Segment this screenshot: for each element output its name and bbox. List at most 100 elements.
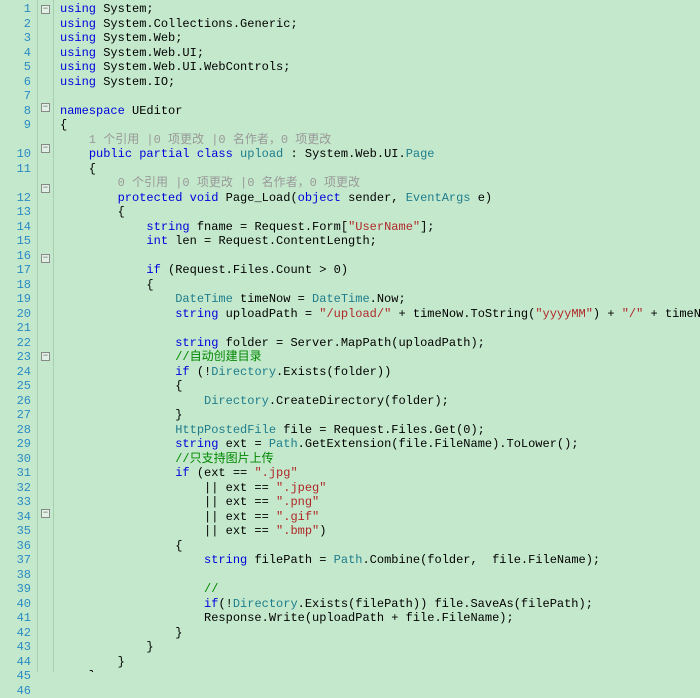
token-id: } [60, 408, 182, 422]
code-line[interactable]: || ext == ".png" [60, 495, 700, 510]
fold-spacer [38, 43, 53, 58]
line-number: 36 [0, 539, 31, 554]
code-line[interactable]: // [60, 582, 700, 597]
code-line[interactable] [60, 89, 700, 104]
token-id: .Combine(folder, file.FileName); [362, 553, 600, 567]
code-line[interactable]: string uploadPath = "/upload/" + timeNow… [60, 307, 700, 322]
code-line[interactable]: string filePath = Path.Combine(folder, f… [60, 553, 700, 568]
token-id [60, 336, 175, 350]
code-line[interactable] [60, 321, 700, 336]
token-kw: public partial class [89, 147, 233, 161]
code-line[interactable]: if(!Directory.Exists(filePath)) file.Sav… [60, 597, 700, 612]
code-line[interactable] [60, 249, 700, 264]
code-line[interactable]: Directory.CreateDirectory(folder); [60, 394, 700, 409]
fold-spacer [38, 518, 53, 533]
code-line[interactable]: || ext == ".gif" [60, 510, 700, 525]
code-line[interactable]: namespace UEditor [60, 104, 700, 119]
token-id [60, 437, 175, 451]
code-line[interactable]: Response.Write(uploadPath + file.FileNam… [60, 611, 700, 626]
token-id: { [60, 278, 154, 292]
code-line[interactable]: int len = Request.ContentLength; [60, 234, 700, 249]
token-id: System.Web.UI.WebControls; [96, 60, 290, 74]
line-number: 14 [0, 220, 31, 235]
fold-spacer [38, 634, 53, 649]
token-id: } [60, 640, 154, 654]
code-line[interactable]: //自动创建目录 [60, 350, 700, 365]
token-id: (! [218, 597, 232, 611]
token-id: .Exists(filePath)) file.SaveAs(filePath)… [298, 597, 593, 611]
code-line[interactable]: DateTime timeNow = DateTime.Now; [60, 292, 700, 307]
fold-spacer [38, 648, 53, 663]
code-line[interactable]: || ext == ".bmp") [60, 524, 700, 539]
fold-spacer [38, 619, 53, 634]
line-number: 21 [0, 321, 31, 336]
code-line[interactable]: } [60, 408, 700, 423]
fold-toggle-icon[interactable]: − [41, 352, 50, 361]
token-kw: using [60, 2, 96, 16]
line-number: 23 [0, 350, 31, 365]
line-number: 46 [0, 684, 31, 698]
token-id: || ext == [60, 481, 276, 495]
fold-gutter[interactable]: − − − − − − − [38, 0, 54, 672]
token-id: sender, [341, 191, 406, 205]
line-number: 4 [0, 46, 31, 61]
code-line[interactable]: } [60, 655, 700, 670]
fold-toggle-icon[interactable]: − [41, 103, 50, 112]
token-kw: using [60, 75, 96, 89]
code-line[interactable]: if (ext == ".jpg" [60, 466, 700, 481]
code-editor[interactable]: using System;using System.Collections.Ge… [54, 0, 700, 672]
fold-spacer [38, 561, 53, 576]
token-id: uploadPath = [218, 307, 319, 321]
code-line[interactable]: || ext == ".jpeg" [60, 481, 700, 496]
code-line[interactable]: string folder = Server.MapPath(uploadPat… [60, 336, 700, 351]
line-number: 34 [0, 510, 31, 525]
code-line[interactable]: using System.Web.UI.WebControls; [60, 60, 700, 75]
code-line[interactable]: { [60, 379, 700, 394]
code-line[interactable]: { [60, 278, 700, 293]
code-line[interactable]: } [60, 626, 700, 641]
code-line[interactable]: HttpPostedFile file = Request.Files.Get(… [60, 423, 700, 438]
line-number: 27 [0, 408, 31, 423]
code-line[interactable]: public partial class upload : System.Web… [60, 147, 700, 162]
code-line[interactable] [60, 568, 700, 583]
code-line[interactable]: 1 个引用 |0 项更改 |0 名作者，0 项更改 [60, 133, 700, 148]
token-kw: string [204, 553, 247, 567]
fold-toggle-icon[interactable]: − [41, 254, 50, 263]
fold-spacer [38, 335, 53, 350]
fold-spacer [38, 208, 53, 223]
code-line[interactable]: using System.Web.UI; [60, 46, 700, 61]
token-id: filePath = [247, 553, 333, 567]
code-line[interactable]: { [60, 162, 700, 177]
token-id [60, 423, 175, 437]
code-line[interactable]: using System.Web; [60, 31, 700, 46]
code-line[interactable]: } [60, 640, 700, 655]
line-number: 16 [0, 249, 31, 264]
code-line[interactable]: //只支持图片上传 [60, 452, 700, 467]
code-line[interactable]: string ext = Path.GetExtension(file.File… [60, 437, 700, 452]
line-number [0, 176, 31, 191]
line-number: 9 [0, 118, 31, 133]
token-kw: using [60, 60, 96, 74]
code-line[interactable]: { [60, 539, 700, 554]
code-line[interactable]: { [60, 205, 700, 220]
code-line[interactable]: { [60, 118, 700, 133]
code-line[interactable]: using System; [60, 2, 700, 17]
token-kw: using [60, 31, 96, 45]
token-id: { [60, 162, 96, 176]
fold-toggle-icon[interactable]: − [41, 509, 50, 518]
code-line[interactable]: if (Request.Files.Count > 0) [60, 263, 700, 278]
fold-toggle-icon[interactable]: − [41, 184, 50, 193]
code-line[interactable]: using System.IO; [60, 75, 700, 90]
code-line[interactable]: protected void Page_Load(object sender, … [60, 191, 700, 206]
fold-spacer [38, 590, 53, 605]
code-line[interactable]: 0 个引用 |0 项更改 |0 名作者，0 项更改 [60, 176, 700, 191]
fold-toggle-icon[interactable]: − [41, 5, 50, 14]
token-ty: Directory [204, 394, 269, 408]
line-number: 5 [0, 60, 31, 75]
code-line[interactable]: using System.Collections.Generic; [60, 17, 700, 32]
code-line[interactable]: if (!Directory.Exists(folder)) [60, 365, 700, 380]
code-line[interactable]: string fname = Request.Form["UserName"]; [60, 220, 700, 235]
fold-toggle-icon[interactable]: − [41, 144, 50, 153]
line-number: 42 [0, 626, 31, 641]
fold-spacer [38, 405, 53, 420]
